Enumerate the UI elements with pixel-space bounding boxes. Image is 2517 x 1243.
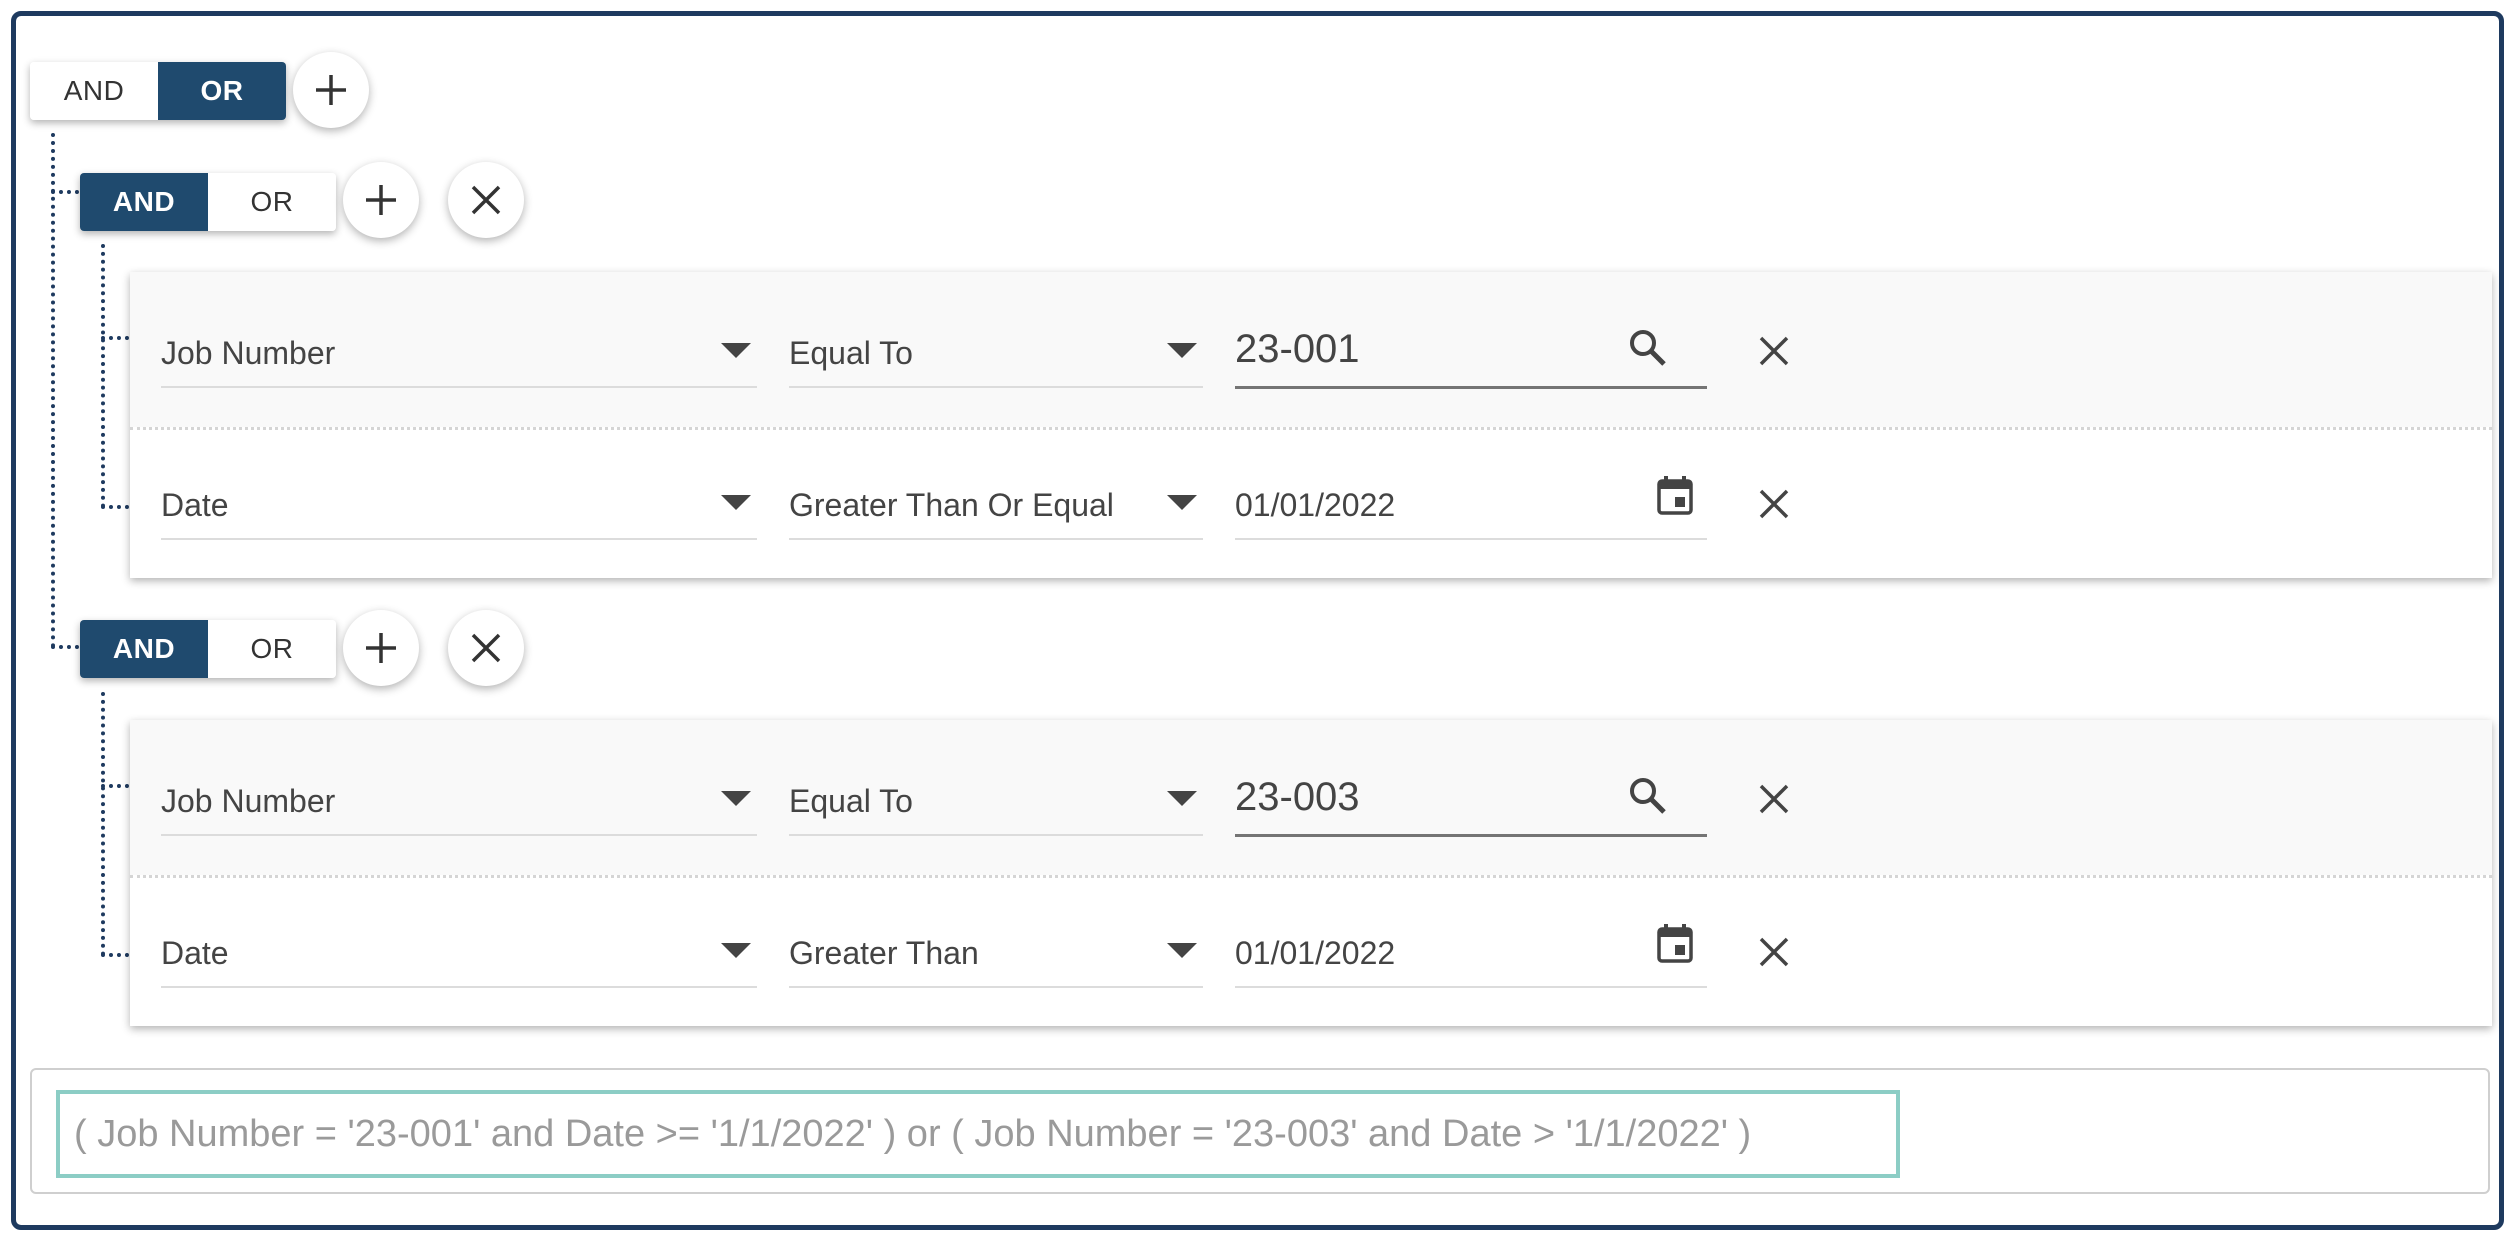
- group-1-delete-button[interactable]: [448, 162, 524, 238]
- chevron-down-icon: [721, 943, 751, 958]
- date-input[interactable]: 01/01/2022: [1235, 920, 1707, 988]
- group-2-and-button[interactable]: AND: [80, 620, 208, 678]
- chevron-down-icon: [721, 495, 751, 510]
- chevron-down-icon: [721, 343, 751, 358]
- group-1-add-button[interactable]: [343, 162, 419, 238]
- field-select[interactable]: Date: [161, 920, 757, 988]
- search-icon[interactable]: [1627, 327, 1667, 372]
- close-icon: [471, 633, 501, 663]
- tree-connector: [101, 784, 129, 788]
- close-icon: [1759, 784, 1789, 814]
- tree-connector: [101, 244, 105, 508]
- operator-select[interactable]: Equal To: [789, 768, 1203, 836]
- field-select[interactable]: Job Number: [161, 320, 757, 388]
- rule-row: Job Number Equal To 23-001: [130, 272, 2492, 427]
- close-icon: [471, 185, 501, 215]
- group-2-or-button[interactable]: OR: [208, 620, 336, 678]
- root-and-button[interactable]: AND: [30, 62, 158, 120]
- tree-connector: [101, 953, 129, 957]
- value-input[interactable]: 23-003: [1235, 768, 1707, 837]
- close-icon: [1759, 489, 1789, 519]
- plus-icon: [366, 633, 396, 663]
- operator-select[interactable]: Equal To: [789, 320, 1203, 388]
- tree-connector: [51, 190, 79, 194]
- plus-icon: [366, 185, 396, 215]
- tree-connector: [101, 692, 105, 956]
- plus-icon: [316, 75, 346, 105]
- group-1-rules-card: Job Number Equal To 23-001 Date Greater …: [130, 272, 2492, 578]
- tree-connector: [51, 133, 55, 648]
- field-select[interactable]: Job Number: [161, 768, 757, 836]
- delete-rule-button[interactable]: [1758, 783, 1790, 820]
- group-2-condition-toggle: AND OR: [80, 620, 336, 678]
- delete-rule-button[interactable]: [1758, 936, 1790, 973]
- expression-preview-box: ( Job Number = '23-001' and Date >= '1/1…: [30, 1068, 2490, 1194]
- delete-rule-button[interactable]: [1758, 488, 1790, 525]
- expression-text[interactable]: ( Job Number = '23-001' and Date >= '1/1…: [56, 1090, 1900, 1178]
- group-1-or-button[interactable]: OR: [208, 173, 336, 231]
- delete-rule-button[interactable]: [1758, 335, 1790, 372]
- chevron-down-icon: [1167, 343, 1197, 358]
- operator-select[interactable]: Greater Than Or Equal: [789, 472, 1203, 540]
- root-add-button[interactable]: [293, 52, 369, 128]
- close-icon: [1759, 937, 1789, 967]
- date-input[interactable]: 01/01/2022: [1235, 472, 1707, 540]
- group-1-and-button[interactable]: AND: [80, 173, 208, 231]
- chevron-down-icon: [1167, 943, 1197, 958]
- tree-connector: [101, 505, 129, 509]
- calendar-icon[interactable]: [1657, 475, 1693, 520]
- rule-row: Date Greater Than Or Equal 01/01/2022: [130, 430, 2492, 578]
- root-condition-toggle: AND OR: [30, 62, 286, 120]
- group-2-add-button[interactable]: [343, 610, 419, 686]
- tree-connector: [101, 336, 129, 340]
- chevron-down-icon: [1167, 791, 1197, 806]
- rule-row: Date Greater Than 01/01/2022: [130, 878, 2492, 1026]
- root-or-button[interactable]: OR: [158, 62, 286, 120]
- chevron-down-icon: [721, 791, 751, 806]
- rule-row: Job Number Equal To 23-003: [130, 720, 2492, 875]
- value-input[interactable]: 23-001: [1235, 320, 1707, 389]
- field-select[interactable]: Date: [161, 472, 757, 540]
- tree-connector: [51, 645, 79, 649]
- operator-select[interactable]: Greater Than: [789, 920, 1203, 988]
- group-2-delete-button[interactable]: [448, 610, 524, 686]
- group-1-condition-toggle: AND OR: [80, 173, 336, 231]
- chevron-down-icon: [1167, 495, 1197, 510]
- close-icon: [1759, 336, 1789, 366]
- calendar-icon[interactable]: [1657, 923, 1693, 968]
- search-icon[interactable]: [1627, 775, 1667, 820]
- group-2-rules-card: Job Number Equal To 23-003 Date Greater …: [130, 720, 2492, 1026]
